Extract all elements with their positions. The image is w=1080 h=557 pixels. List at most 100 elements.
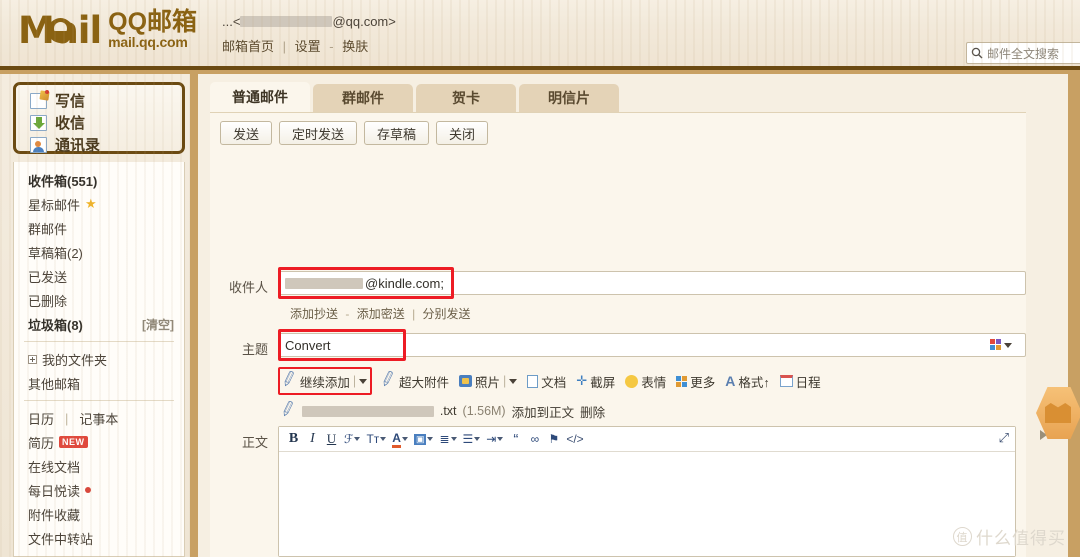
- photo-label: 照片: [475, 375, 501, 390]
- sidebar-item-sent-label: 已发送: [28, 269, 68, 285]
- sidebar-item-receive[interactable]: 收信: [30, 112, 182, 133]
- expand-icon[interactable]: ⤢: [999, 430, 1009, 446]
- separate-send-link[interactable]: 分别发送: [423, 307, 471, 321]
- add-cc-link[interactable]: 添加抄送: [290, 307, 338, 321]
- subject-input[interactable]: Convert: [278, 333, 1026, 357]
- font-size-icon[interactable]: Tт: [364, 430, 388, 449]
- highlight-color-icon[interactable]: ▣: [412, 430, 436, 449]
- photo-icon: [459, 375, 472, 387]
- font-family-icon[interactable]: ℱ: [342, 430, 362, 449]
- emoji-icon: [625, 374, 639, 388]
- add-to-body-link[interactable]: 添加到正文: [512, 402, 575, 421]
- template-button[interactable]: [990, 335, 1024, 355]
- subject-value: Convert: [285, 337, 331, 353]
- sidebar-item-sent[interactable]: 已发送: [14, 264, 184, 288]
- large-attachment-button[interactable]: 🖉 超大附件: [379, 369, 449, 392]
- sidebar-item-resume[interactable]: 简历 NEW: [14, 430, 184, 454]
- sidebar-item-attachment-favorites-label: 附件收藏: [28, 507, 81, 523]
- sidebar-item-calendar-notes[interactable]: 日历 | 记事本: [14, 406, 184, 430]
- sidebar-item-drafts[interactable]: 草稿箱(2): [14, 240, 184, 264]
- contacts-icon: [30, 136, 47, 153]
- photo-divider: |: [503, 374, 507, 388]
- bullet-list-icon[interactable]: ☰: [461, 430, 483, 449]
- link-settings[interactable]: 设置: [295, 39, 321, 54]
- sidebar-item-drafts-label: 草稿箱(2): [28, 245, 83, 261]
- plus-box-icon[interactable]: [28, 354, 37, 364]
- close-button[interactable]: 关闭: [436, 121, 489, 145]
- sidebar-item-deleted[interactable]: 已删除: [14, 288, 184, 312]
- body-row: 正文 B I U ℱ Tт A ▣ ≣ ☰ ⇥ “ ∞ ⚑ </> ⤢: [210, 426, 1026, 557]
- save-draft-button[interactable]: 存草稿: [364, 121, 430, 145]
- trash-clear-link[interactable]: [清空]: [142, 316, 174, 333]
- send-button[interactable]: 发送: [220, 121, 273, 145]
- cc-separator-2: |: [412, 307, 416, 321]
- sidebar-item-file-transfer[interactable]: 文件中转站: [14, 526, 184, 550]
- tab-group-mail-label: 群邮件: [342, 90, 384, 106]
- bold-icon[interactable]: B: [285, 430, 302, 449]
- screenshot-button[interactable]: ✛ 截屏: [576, 372, 615, 391]
- more-button[interactable]: 更多: [676, 372, 715, 391]
- screenshot-icon: ✛: [576, 373, 588, 388]
- compose-tabs: 普通邮件 群邮件 贺卡 明信片: [210, 82, 619, 112]
- emoji-button[interactable]: 表情: [625, 372, 666, 391]
- recipient-redaction: [285, 277, 363, 289]
- body-label: 正文: [241, 435, 268, 450]
- header-links: 邮箱首页 | 设置 - 换肤: [222, 36, 368, 55]
- sidebar-item-daily-read[interactable]: 每日悦读: [14, 478, 184, 502]
- sidebar-item-other-mailbox[interactable]: 其他邮箱: [14, 371, 184, 395]
- sidebar-item-trash[interactable]: 垃圾箱(8) [清空]: [14, 312, 184, 336]
- continue-add-label: 继续添加: [299, 375, 350, 390]
- app-header: Mail QQ邮箱 mail.qq.com ...< @qq.com> 邮箱首页 …: [0, 0, 1080, 70]
- document-button[interactable]: 文档: [527, 372, 566, 391]
- clear-format-icon[interactable]: ⚑: [545, 430, 562, 449]
- sidebar-item-attachment-favorites[interactable]: 附件收藏: [14, 502, 184, 526]
- continue-add-divider: |: [352, 374, 357, 388]
- schedule-label: 日程: [795, 375, 821, 390]
- document-icon: [527, 374, 539, 388]
- link-skin[interactable]: 换肤: [342, 39, 368, 54]
- link-icon[interactable]: ∞: [526, 430, 543, 449]
- source-code-icon[interactable]: </>: [564, 430, 585, 449]
- schedule-button[interactable]: 日程: [779, 372, 821, 391]
- sidebar-item-file-transfer-label: 文件中转站: [28, 531, 94, 547]
- tab-normal-mail[interactable]: 普通邮件: [210, 82, 310, 112]
- italic-icon[interactable]: I: [304, 430, 321, 449]
- sidebar-item-group-mail[interactable]: 群邮件: [14, 216, 184, 240]
- sidebar-item-online-docs[interactable]: 在线文档: [14, 454, 184, 478]
- tab-greeting-card[interactable]: 贺卡: [416, 84, 516, 112]
- account-prefix: ...<: [222, 14, 241, 29]
- folder-list: 收件箱(551) 星标邮件 ★ 群邮件 草稿箱(2) 已发送 已删除 垃圾箱(8…: [13, 162, 185, 557]
- body-input[interactable]: [279, 452, 1015, 556]
- tools-separator: |: [65, 410, 69, 426]
- scheduled-send-button[interactable]: 定时发送: [279, 121, 358, 145]
- align-icon[interactable]: ≣: [437, 430, 458, 449]
- underline-icon[interactable]: U: [323, 430, 340, 449]
- quote-icon[interactable]: “: [507, 430, 524, 449]
- continue-add-button[interactable]: 🖉 继续添加 |: [278, 367, 373, 395]
- sidebar-item-write-label: 写信: [55, 93, 86, 110]
- editor-toolbar: B I U ℱ Tт A ▣ ≣ ☰ ⇥ “ ∞ ⚑ </>: [279, 427, 1015, 452]
- sidebar-item-write[interactable]: 写信: [30, 89, 182, 111]
- font-color-icon[interactable]: A: [390, 430, 410, 449]
- tab-group-mail[interactable]: 群邮件: [313, 84, 413, 112]
- tab-postcard[interactable]: 明信片: [519, 84, 619, 112]
- add-bcc-link[interactable]: 添加密送: [357, 307, 405, 321]
- search-input[interactable]: 邮件全文搜索: [987, 45, 1059, 62]
- attached-file-paperclip-icon: 🖉: [278, 399, 298, 419]
- sidebar-item-my-folders[interactable]: 我的文件夹: [14, 347, 184, 371]
- format-button[interactable]: A 格式↑: [725, 372, 769, 391]
- more-label: 更多: [690, 375, 716, 390]
- recipient-input[interactable]: @kindle.com;: [278, 271, 1026, 295]
- link-separator-1: |: [282, 39, 287, 54]
- sidebar-item-starred[interactable]: 星标邮件 ★: [14, 192, 184, 216]
- search-box[interactable]: 邮件全文搜索: [966, 42, 1080, 64]
- qq-mail-logo[interactable]: Mail QQ邮箱 mail.qq.com: [18, 10, 197, 50]
- link-mail-home[interactable]: 邮箱首页: [222, 39, 274, 54]
- indent-icon[interactable]: ⇥: [484, 430, 505, 449]
- photo-button[interactable]: 照片 |: [459, 372, 518, 391]
- delete-attachment-link[interactable]: 删除: [580, 402, 605, 421]
- sidebar-item-contacts[interactable]: 通讯录: [30, 134, 182, 155]
- sidebar-item-inbox[interactable]: 收件箱(551): [14, 168, 184, 192]
- large-attachment-label: 超大附件: [398, 375, 449, 390]
- folder-divider-2: [24, 400, 174, 401]
